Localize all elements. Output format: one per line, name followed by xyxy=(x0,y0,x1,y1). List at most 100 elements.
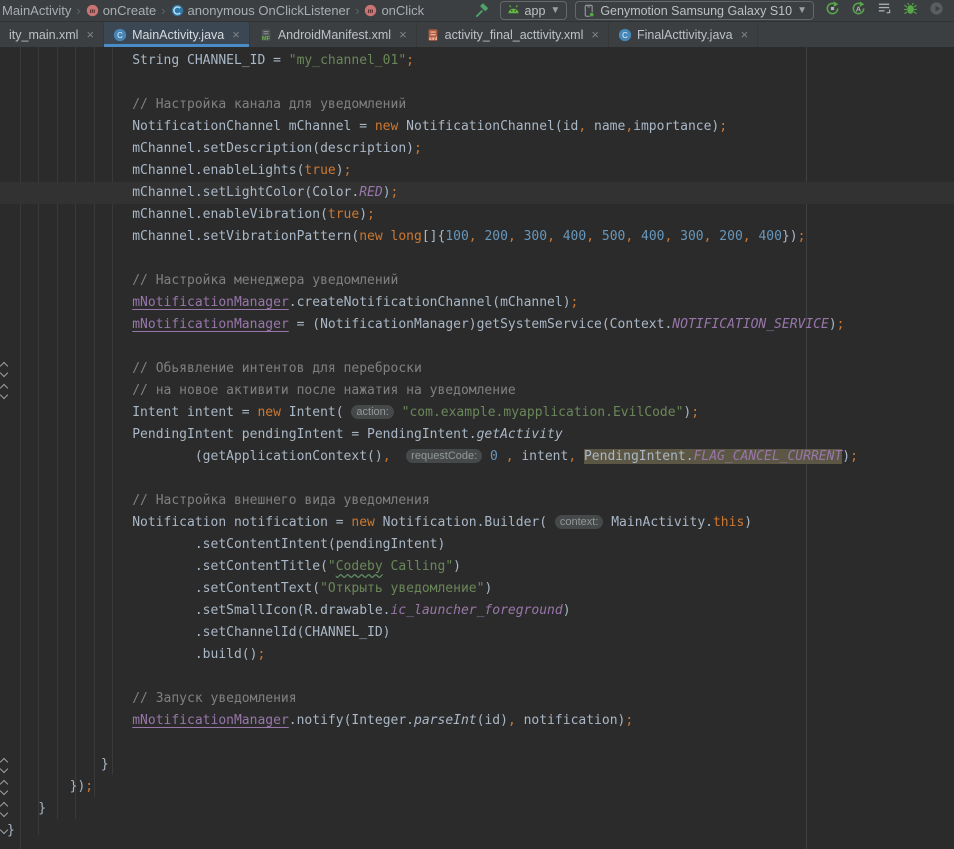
fold-marker[interactable] xyxy=(0,801,9,817)
close-icon[interactable]: × xyxy=(591,29,599,41)
code-line[interactable]: // Запуск уведомления xyxy=(0,688,954,710)
code-line[interactable] xyxy=(0,732,954,754)
code-token: ; xyxy=(406,53,414,68)
code-token: ; xyxy=(850,449,858,464)
code-line[interactable]: .setChannelId(CHANNEL_ID) xyxy=(0,622,954,644)
code-line[interactable]: String CHANNEL_ID = "my_channel_01"; xyxy=(0,50,954,72)
code-token xyxy=(394,405,402,420)
code-line[interactable]: } xyxy=(0,820,954,842)
close-icon[interactable]: × xyxy=(232,29,240,41)
code-line[interactable]: mChannel.setVibrationPattern(new long[]{… xyxy=(0,226,954,248)
close-icon[interactable]: × xyxy=(86,29,94,41)
breadcrumb-item[interactable]: monClick xyxy=(364,3,424,18)
code-line[interactable]: // Обьявление интентов для переброски xyxy=(0,358,954,380)
chevron-down-icon: ▼ xyxy=(797,6,807,16)
restart-arrow-icon xyxy=(825,1,840,21)
breadcrumb-label: anonymous OnClickListener xyxy=(188,3,351,18)
code-line[interactable]: mChannel.enableVibration(true); xyxy=(0,204,954,226)
code-token: }) xyxy=(782,229,798,244)
breadcrumb-item[interactable]: MainActivity xyxy=(2,3,71,18)
device-selector[interactable]: Genymotion Samsung Galaxy S10 ▼ xyxy=(575,1,814,20)
fold-marker[interactable] xyxy=(0,779,9,795)
code-token: mChannel.enableLights( xyxy=(7,163,304,178)
run-configurations-button[interactable] xyxy=(874,1,894,21)
code-token: String CHANNEL_ID = xyxy=(7,53,289,68)
code-line[interactable]: NotificationChannel mChannel = new Notif… xyxy=(0,116,954,138)
code-token: mNotificationManager xyxy=(132,295,289,310)
fold-marker[interactable] xyxy=(0,823,9,839)
code-token: = (NotificationManager)getSystemService(… xyxy=(289,317,673,332)
navigation-bar: MainActivity›monCreate›anonymous OnClick… xyxy=(0,0,954,22)
code-line[interactable]: mChannel.enableLights(true); xyxy=(0,160,954,182)
tab-ity-main-xml[interactable]: ity_main.xml× xyxy=(0,22,104,47)
code-line[interactable]: mNotificationManager = (NotificationMana… xyxy=(0,314,954,336)
code-line[interactable]: // на новое активити после нажатия на ув… xyxy=(0,380,954,402)
code-line[interactable]: PendingIntent pendingIntent = PendingInt… xyxy=(0,424,954,446)
code-line[interactable] xyxy=(0,248,954,270)
code-line-highlighted[interactable]: mChannel.setLightColor(Color.RED); xyxy=(0,182,954,204)
code-token: getActivity xyxy=(477,427,563,442)
code-token: // Настройка внешнего вида уведомления xyxy=(7,493,430,508)
code-line[interactable] xyxy=(0,468,954,490)
code-line[interactable]: (getApplicationContext(), requestCode: 0… xyxy=(0,446,954,468)
code-line[interactable]: } xyxy=(0,754,954,776)
apply-code-changes-button[interactable]: A xyxy=(848,1,868,21)
code-token: ; xyxy=(691,405,699,420)
parameter-hint-chip: context: xyxy=(555,515,604,529)
breadcrumb: MainActivity›monCreate›anonymous OnClick… xyxy=(0,3,424,18)
debug-button[interactable] xyxy=(900,1,920,21)
code-line[interactable]: mNotificationManager.createNotificationC… xyxy=(0,292,954,314)
code-line[interactable]: Intent intent = new Intent( action: "com… xyxy=(0,402,954,424)
breadcrumb-item[interactable]: anonymous OnClickListener xyxy=(171,3,351,18)
code-token: ; xyxy=(391,185,399,200)
code-token: intent xyxy=(514,449,569,464)
code-token xyxy=(7,317,132,332)
code-line[interactable]: mNotificationManager.notify(Integer.pars… xyxy=(0,710,954,732)
code-token: , xyxy=(568,449,576,464)
code-token: 400 xyxy=(641,229,664,244)
code-line[interactable]: .setSmallIcon(R.drawable.ic_launcher_for… xyxy=(0,600,954,622)
tab-finalacttivity-java[interactable]: CFinalActtivity.java× xyxy=(609,22,758,47)
code-line[interactable]: .build(); xyxy=(0,644,954,666)
tab-activity-final-acttivity-xml[interactable]: xmlactivity_final_acttivity.xml× xyxy=(417,22,609,47)
run-configuration-selector[interactable]: app ▼ xyxy=(500,1,568,20)
close-icon[interactable]: × xyxy=(741,29,749,41)
code-line[interactable] xyxy=(0,72,954,94)
fold-marker[interactable] xyxy=(0,757,9,773)
code-line[interactable]: .setContentIntent(pendingIntent) xyxy=(0,534,954,556)
code-line[interactable]: // Настройка внешнего вида уведомления xyxy=(0,490,954,512)
code-line[interactable]: // Настройка канала для уведомлений xyxy=(0,94,954,116)
code-token: , xyxy=(547,229,555,244)
breadcrumb-item[interactable]: monCreate xyxy=(86,3,156,18)
code-token: FLAG_CANCEL_CURRENT xyxy=(694,449,843,464)
code-token: ; xyxy=(257,647,265,662)
code-editor[interactable]: String CHANNEL_ID = "my_channel_01"; // … xyxy=(0,47,954,849)
code-token: 200 xyxy=(719,229,742,244)
code-line[interactable]: // Настройка менеджера уведомлений xyxy=(0,270,954,292)
fold-marker[interactable] xyxy=(0,361,9,377)
code-line[interactable]: }); xyxy=(0,776,954,798)
code-line[interactable]: .setContentText("Открыть уведомление") xyxy=(0,578,954,600)
code-token: ; xyxy=(344,163,352,178)
tab-androidmanifest-xml[interactable]: MFAndroidManifest.xml× xyxy=(250,22,417,47)
code-token: " xyxy=(328,559,336,574)
code-line[interactable]: mChannel.setDescription(description); xyxy=(0,138,954,160)
code-token: ; xyxy=(414,141,422,156)
code-line[interactable] xyxy=(0,336,954,358)
arrow-a-icon: A xyxy=(851,1,866,21)
svg-text:A: A xyxy=(855,4,861,13)
build-project-button[interactable] xyxy=(472,1,492,21)
code-line[interactable] xyxy=(0,666,954,688)
code-token: ) xyxy=(484,581,492,596)
code-token: true xyxy=(304,163,335,178)
code-token xyxy=(576,449,584,464)
close-icon[interactable]: × xyxy=(399,29,407,41)
code-line[interactable]: Notification notification = new Notifica… xyxy=(0,512,954,534)
code-token: mChannel.setLightColor(Color. xyxy=(7,185,359,200)
apply-changes-and-restart-button[interactable] xyxy=(822,1,842,21)
fold-marker[interactable] xyxy=(0,383,9,399)
code-line[interactable]: } xyxy=(0,798,954,820)
code-token: ) xyxy=(842,449,850,464)
code-line[interactable]: .setContentTitle("Codeby Calling") xyxy=(0,556,954,578)
tab-mainactivity-java[interactable]: CMainActivity.java× xyxy=(104,22,250,47)
